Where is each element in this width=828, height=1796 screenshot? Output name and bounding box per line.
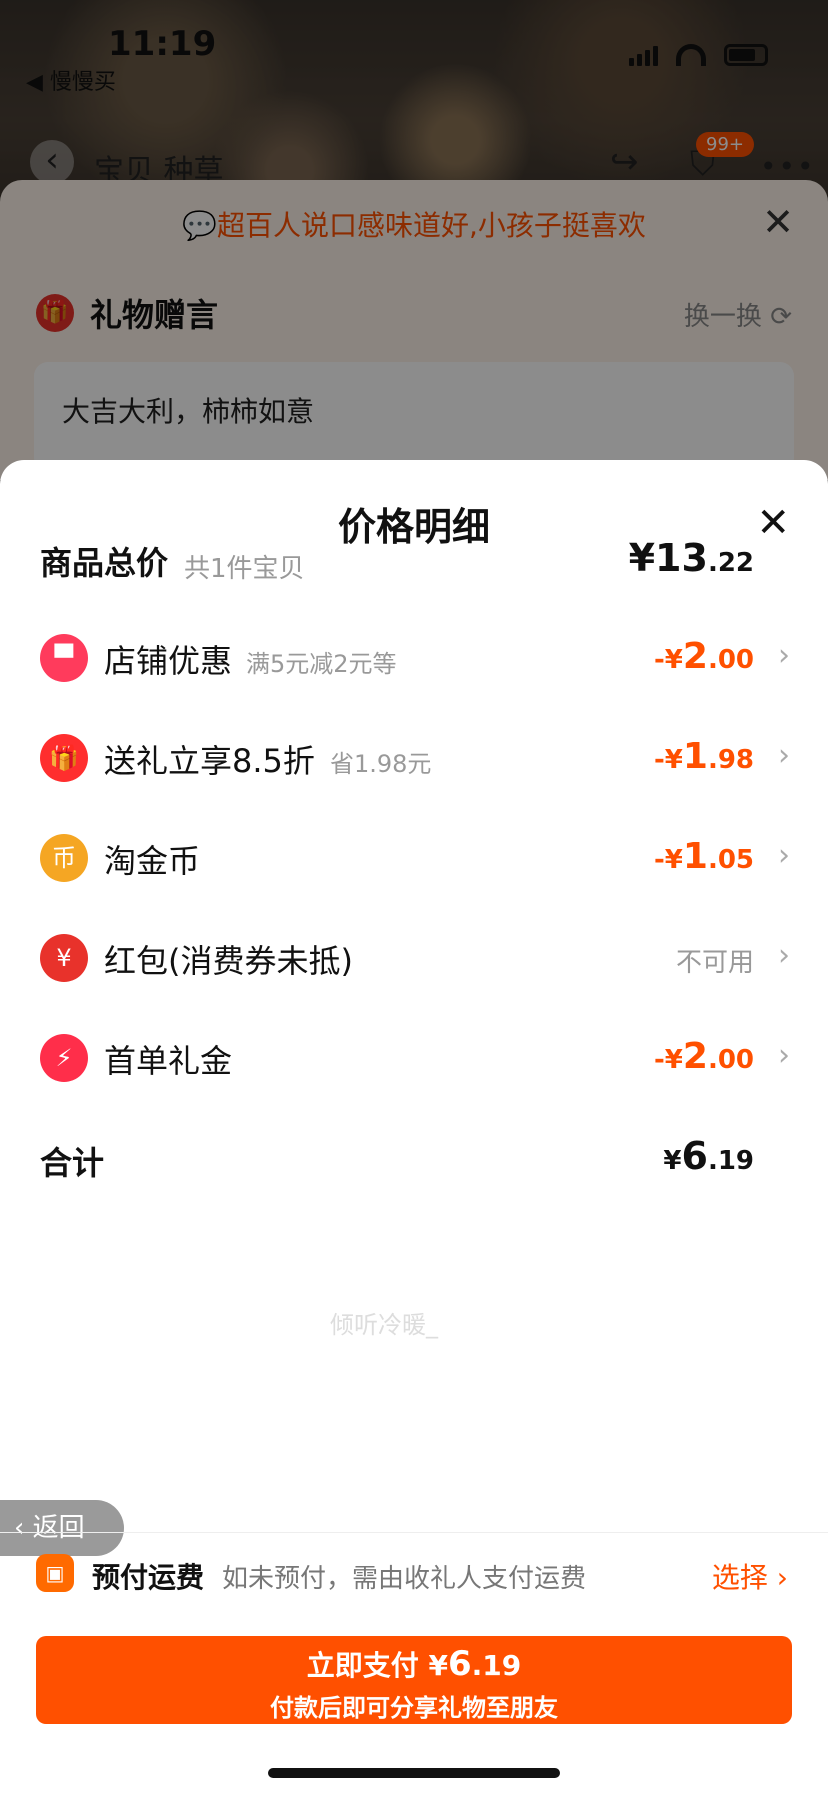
total-row: 合计 ¥6.19 [0, 1132, 828, 1192]
amount-integer: 2 [682, 1036, 708, 1077]
row-label: 红包(消费券未抵) [104, 942, 353, 980]
amount-decimal: .98 [707, 745, 754, 775]
amount-integer: 13 [655, 536, 708, 580]
shipping-icon: ▣ [36, 1554, 74, 1592]
row-label: 送礼立享8.5折 [104, 742, 315, 780]
chevron-right-icon: › [776, 1561, 788, 1594]
shop-icon: ▀ [40, 634, 88, 682]
discount-row-shop[interactable]: ▀ 店铺优惠 满5元减2元等 -¥2.00 › [0, 630, 828, 690]
amount-integer: 6 [681, 1134, 708, 1178]
row-label: 首单礼金 [104, 1042, 233, 1080]
pay-now-button[interactable]: 立即支付 ¥6.19 付款后即可分享礼物至朋友 [36, 1636, 792, 1724]
pay-amount-decimal: .19 [471, 1649, 522, 1682]
chevron-right-icon: › [778, 1038, 790, 1073]
row-amount: -¥1.98 [654, 736, 754, 777]
amount-integer: 1 [682, 836, 708, 877]
home-indicator [268, 1768, 560, 1778]
total-amount: ¥6.19 [663, 1134, 754, 1178]
lightning-icon: ⚡ [40, 1034, 88, 1082]
chevron-right-icon: › [778, 938, 790, 973]
row-sub: 满5元减2元等 [246, 650, 397, 678]
amount-prefix: -¥ [653, 645, 683, 675]
row-amount: -¥1.05 [654, 836, 754, 877]
discount-row-red-envelope[interactable]: ¥ 红包(消费券未抵) 不可用 › [0, 930, 828, 990]
amount-integer: 1 [682, 736, 708, 777]
watermark: 倾听冷暖_ [330, 1311, 438, 1339]
discount-row-coin[interactable]: 币 淘金币 -¥1.05 › [0, 830, 828, 890]
chevron-right-icon: › [778, 638, 790, 673]
goods-total-count: 共1件宝贝 [184, 554, 305, 584]
row-label: 淘金币 [104, 842, 201, 880]
chevron-right-icon: › [778, 738, 790, 773]
red-envelope-icon: ¥ [40, 934, 88, 982]
pay-currency: ¥ [428, 1649, 448, 1682]
pay-amount-integer: 6 [447, 1644, 472, 1684]
shipping-note: 如未预付，需由收礼人支付运费 [222, 1564, 587, 1594]
row-amount: -¥2.00 [654, 636, 754, 677]
goods-total-amount: ¥13.22 [629, 536, 754, 580]
row-amount: -¥2.00 [654, 1036, 754, 1077]
amount-decimal: .19 [707, 1146, 754, 1176]
total-label: 合计 [40, 1144, 105, 1182]
amount-decimal: .00 [707, 645, 754, 675]
amount-decimal: .00 [707, 1045, 754, 1075]
pay-label: 立即支付 [306, 1649, 419, 1682]
goods-total-row: 商品总价 共1件宝贝 ¥13.22 [0, 532, 828, 592]
shipping-select-button[interactable]: 选择 › [712, 1556, 788, 1596]
gift-icon: 🎁 [40, 734, 88, 782]
row-status: 不可用 [675, 948, 754, 978]
back-button[interactable]: ‹ 返回 [0, 1500, 124, 1556]
amount-integer: 2 [682, 636, 708, 677]
discount-row-gift[interactable]: 🎁 送礼立享8.5折 省1.98元 -¥1.98 › [0, 730, 828, 790]
pay-note: 付款后即可分享礼物至朋友 [270, 1694, 558, 1722]
amount-prefix: -¥ [653, 1045, 683, 1075]
currency-symbol: ¥ [663, 1146, 682, 1176]
goods-total-label: 商品总价 [40, 544, 169, 582]
divider [0, 1532, 828, 1533]
amount-decimal: .05 [707, 845, 754, 875]
chevron-right-icon: › [778, 838, 790, 873]
back-label: 返回 [32, 1513, 85, 1543]
amount-decimal: .22 [707, 548, 754, 578]
row-sub: 省1.98元 [330, 750, 432, 778]
shipping-select-label: 选择 [711, 1561, 768, 1594]
discount-row-first-order[interactable]: ⚡ 首单礼金 -¥2.00 › [0, 1030, 828, 1090]
pay-line: 立即支付 ¥6.19 [36, 1644, 792, 1684]
amount-prefix: -¥ [653, 745, 683, 775]
coin-icon: 币 [40, 834, 88, 882]
currency-symbol: ¥ [628, 536, 656, 580]
shipping-label: 预付运费 [92, 1561, 205, 1594]
row-label: 店铺优惠 [104, 642, 233, 680]
chevron-left-icon: ‹ [14, 1513, 25, 1543]
amount-prefix: -¥ [653, 845, 683, 875]
